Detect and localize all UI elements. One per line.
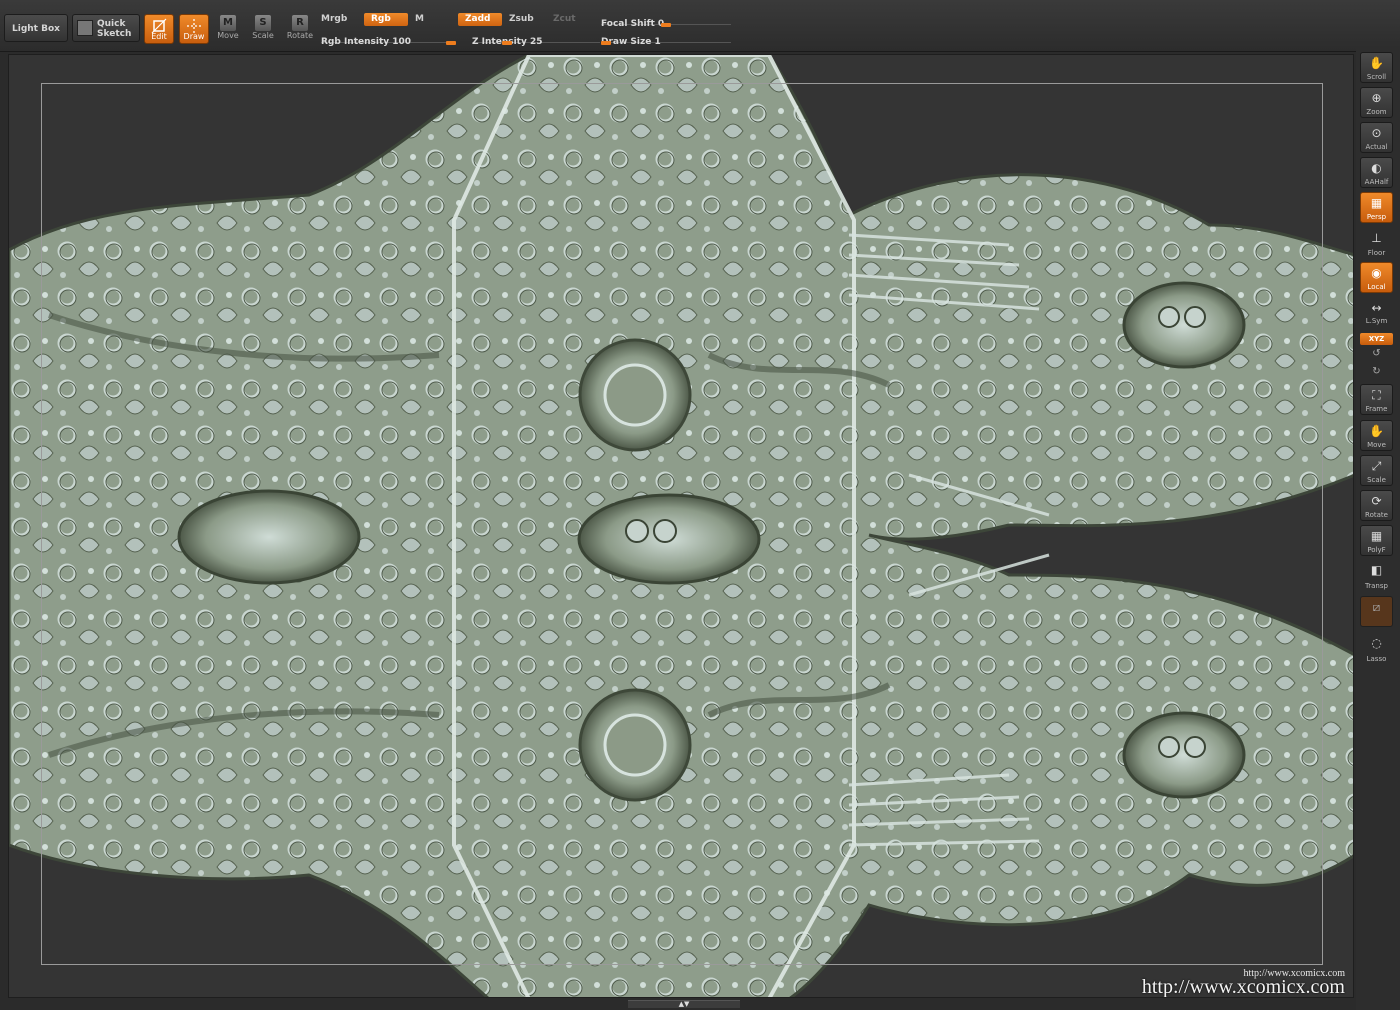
actual-size-icon: ⊙ bbox=[1371, 126, 1382, 140]
document-canvas[interactable]: http://www.xcomicx.com http://www.xcomic… bbox=[8, 54, 1354, 998]
xyz-toggle[interactable]: XYZ bbox=[1360, 333, 1393, 345]
scroll-button[interactable]: ✋ Scroll bbox=[1360, 52, 1393, 83]
rgb-intensity-label: Rgb Intensity 100 bbox=[321, 37, 412, 47]
half-size-icon: ◐ bbox=[1371, 161, 1382, 175]
m-toggle[interactable]: M bbox=[408, 13, 448, 26]
quick-sketch-button[interactable]: Quick Sketch bbox=[72, 14, 140, 42]
focal-shift-slider[interactable]: Focal Shift 0 bbox=[601, 11, 731, 29]
scale-button[interactable]: S Scale bbox=[251, 15, 275, 40]
rotate-view-button[interactable]: ⟳ Rotate bbox=[1360, 490, 1393, 521]
scale-icon: S bbox=[255, 15, 271, 31]
persp-button[interactable]: ▦ Persp bbox=[1360, 192, 1393, 223]
scale-view-label: Scale bbox=[1367, 476, 1386, 484]
rotate-y-icon[interactable]: ↺ bbox=[1360, 348, 1393, 360]
move-view-label: Move bbox=[1367, 441, 1386, 449]
move-icon: M bbox=[220, 15, 236, 31]
expand-arrows-icon[interactable]: ▲▼ bbox=[673, 1000, 695, 1009]
move-button[interactable]: M Move bbox=[216, 15, 240, 40]
mrgb-toggle[interactable]: Mrgb bbox=[321, 14, 347, 24]
light-box-button[interactable]: Light Box bbox=[4, 14, 68, 42]
scale-label: Scale bbox=[252, 31, 274, 40]
aahalf-button[interactable]: ◐ AAHalf bbox=[1360, 157, 1393, 188]
z-intensity-slider[interactable]: Z Intensity 25 bbox=[472, 29, 600, 47]
polyframe-icon: ▦ bbox=[1370, 529, 1383, 543]
focal-shift-knob[interactable] bbox=[661, 23, 671, 27]
watermark-large: http://www.xcomicx.com bbox=[1141, 976, 1345, 998]
polyf-label: PolyF bbox=[1367, 546, 1386, 554]
local-button[interactable]: ◉ Local bbox=[1360, 262, 1393, 293]
scale-icon: ⤢ bbox=[1371, 459, 1382, 473]
lasso-icon: ◌ bbox=[1371, 636, 1382, 650]
z-intensity-knob[interactable] bbox=[501, 41, 512, 45]
top-toolbar: Light Box Quick Sketch Edit Draw M Move S… bbox=[0, 0, 1400, 52]
perspective-icon: ▦ bbox=[1370, 196, 1383, 210]
frame-label: Frame bbox=[1365, 405, 1388, 413]
floor-button[interactable]: ⊥ Floor bbox=[1360, 228, 1393, 258]
zsub-toggle[interactable]: Zsub bbox=[502, 13, 546, 26]
actual-label: Actual bbox=[1365, 143, 1388, 151]
rotate-z-icon[interactable]: ↻ bbox=[1360, 366, 1393, 378]
draw-button[interactable]: Draw bbox=[179, 14, 209, 44]
upper-right-mask bbox=[1122, 281, 1246, 369]
quick-sketch-label: Quick Sketch bbox=[97, 19, 132, 39]
transparency-icon: ◧ bbox=[1370, 563, 1383, 577]
polyf-button[interactable]: ▦ PolyF bbox=[1360, 525, 1393, 556]
scale-view-button[interactable]: ⤢ Scale bbox=[1360, 455, 1393, 486]
transp-label: Transp bbox=[1365, 582, 1388, 590]
move-icon: ✋ bbox=[1369, 424, 1384, 438]
hand-icon: ✋ bbox=[1369, 56, 1384, 70]
floor-icon: ⊥ bbox=[1371, 231, 1382, 245]
lasso-label: Lasso bbox=[1366, 655, 1387, 663]
zoom-button[interactable]: ⊕ Zoom bbox=[1360, 87, 1393, 118]
right-shelf: ✋ Scroll ⊕ Zoom ⊙ Actual ◐ AAHalf ▦ Pers… bbox=[1356, 48, 1400, 1010]
floor-label: Floor bbox=[1367, 249, 1386, 257]
rotate-icon: R bbox=[292, 15, 308, 31]
rotate-icon: ⟳ bbox=[1371, 494, 1382, 508]
zadd-toggle[interactable]: Zadd bbox=[458, 13, 502, 26]
aahalf-label: AAHalf bbox=[1364, 178, 1389, 186]
draw-size-slider[interactable]: Draw Size 1 bbox=[601, 29, 731, 47]
rgb-intensity-knob[interactable] bbox=[446, 41, 456, 45]
zoom-label: Zoom bbox=[1366, 108, 1387, 116]
actual-button[interactable]: ⊙ Actual bbox=[1360, 122, 1393, 153]
frame-icon: ⛶ bbox=[1372, 388, 1381, 402]
move-view-button[interactable]: ✋ Move bbox=[1360, 420, 1393, 451]
persp-label: Persp bbox=[1366, 213, 1387, 221]
lower-right-mask bbox=[1122, 711, 1246, 799]
lsym-label: L.Sym bbox=[1365, 317, 1388, 325]
draw-label: Draw bbox=[183, 32, 205, 41]
edit-label: Edit bbox=[151, 32, 167, 41]
zcut-toggle[interactable]: Zcut bbox=[546, 13, 590, 26]
ghost-icon: ⧄ bbox=[1372, 600, 1381, 614]
transp-button[interactable]: ◧ Transp bbox=[1360, 560, 1393, 591]
edit-button[interactable]: Edit bbox=[144, 14, 174, 44]
rotate-button[interactable]: R Rotate bbox=[286, 15, 314, 40]
rotate-label: Rotate bbox=[286, 31, 314, 40]
scroll-label: Scroll bbox=[1366, 73, 1387, 81]
lsym-button[interactable]: ↔ L.Sym bbox=[1360, 298, 1393, 326]
frame-button[interactable]: ⛶ Frame bbox=[1360, 384, 1393, 415]
ghost-button[interactable]: ⧄ bbox=[1360, 596, 1393, 627]
magnifier-icon: ⊕ bbox=[1371, 91, 1382, 105]
rotate-view-label: Rotate bbox=[1365, 511, 1388, 519]
move-label: Move bbox=[217, 31, 239, 40]
sculpt-model bbox=[9, 55, 1353, 997]
left-mask bbox=[177, 489, 361, 585]
symmetry-icon: ↔ bbox=[1371, 301, 1382, 315]
focal-shift-label: Focal Shift 0 bbox=[601, 19, 665, 29]
local-icon: ◉ bbox=[1371, 266, 1382, 280]
sketch-icon bbox=[77, 20, 93, 36]
lasso-button[interactable]: ◌ Lasso bbox=[1360, 633, 1393, 664]
rgb-toggle[interactable]: Rgb bbox=[364, 13, 408, 26]
draw-size-knob[interactable] bbox=[601, 41, 611, 45]
local-label: Local bbox=[1367, 283, 1386, 291]
rgb-intensity-slider[interactable]: Rgb Intensity 100 bbox=[321, 29, 456, 47]
